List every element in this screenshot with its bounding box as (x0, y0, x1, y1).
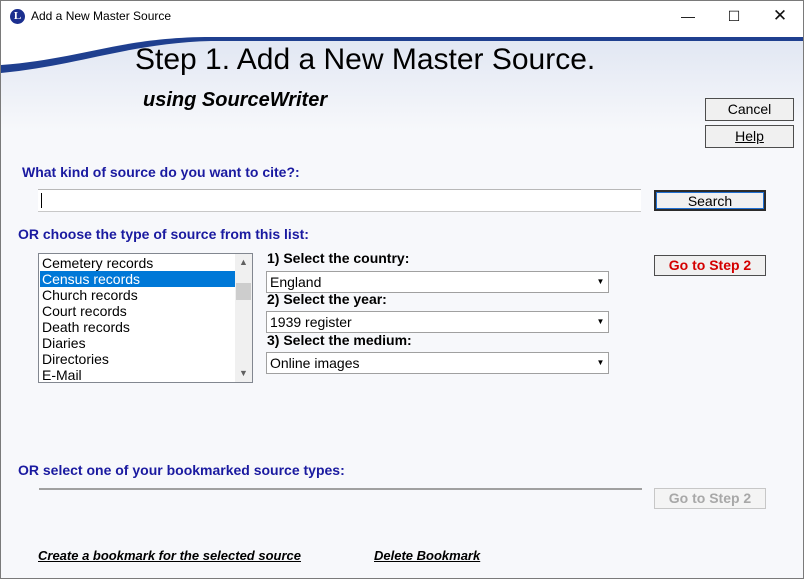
go-to-step2-bookmark-button: Go to Step 2 (654, 488, 766, 509)
help-button[interactable]: Help (705, 125, 794, 148)
page-subtitle: using SourceWriter (143, 89, 328, 111)
scrollbar-thumb[interactable] (236, 283, 251, 300)
list-item[interactable]: Diaries (40, 335, 236, 351)
list-item[interactable]: Church records (40, 287, 236, 303)
medium-select-value: Online images (270, 355, 360, 371)
year-label: 2) Select the year: (267, 291, 387, 307)
list-item[interactable]: Death records (40, 319, 236, 335)
dialog-window: L Add a New Master Source — ☐ ✕ Step 1. … (0, 0, 804, 579)
page-title: Step 1. Add a New Master Source. (135, 43, 596, 76)
header-banner: Step 1. Add a New Master Source. using S… (1, 31, 803, 131)
listbox-scrollbar[interactable]: ▲ ▼ (235, 254, 252, 382)
country-select[interactable]: England ▼ (266, 271, 609, 293)
chevron-down-icon: ▼ (596, 317, 605, 326)
text-caret (41, 193, 42, 208)
window-title: Add a New Master Source (31, 9, 172, 23)
medium-label: 3) Select the medium: (267, 332, 412, 348)
bookmark-select[interactable] (39, 488, 642, 490)
source-list-prompt: OR choose the type of source from this l… (18, 226, 309, 242)
cancel-button[interactable]: Cancel (705, 98, 794, 121)
chevron-down-icon: ▼ (596, 358, 605, 367)
list-item-selected[interactable]: Census records (40, 271, 236, 287)
country-label: 1) Select the country: (267, 250, 410, 266)
country-select-value: England (270, 274, 322, 290)
maximize-button[interactable]: ☐ (711, 1, 757, 31)
minimize-button[interactable]: — (665, 1, 711, 31)
close-button[interactable]: ✕ (757, 1, 803, 31)
scroll-up-icon[interactable]: ▲ (235, 254, 252, 271)
list-item[interactable]: Directories (40, 351, 236, 367)
delete-bookmark-link[interactable]: Delete Bookmark (374, 548, 480, 563)
title-bar: L Add a New Master Source — ☐ ✕ (1, 1, 803, 31)
list-item[interactable]: E-Mail (40, 367, 236, 382)
year-select-value: 1939 register (270, 314, 352, 330)
medium-select[interactable]: Online images ▼ (266, 352, 609, 374)
help-button-label: Help (735, 128, 764, 144)
year-select[interactable]: 1939 register ▼ (266, 311, 609, 333)
source-search-prompt: What kind of source do you want to cite?… (22, 164, 300, 180)
source-type-listbox[interactable]: Cemetery records Census records Church r… (38, 253, 253, 383)
source-search-input[interactable] (38, 189, 641, 212)
list-item[interactable]: Cemetery records (40, 255, 236, 271)
list-item[interactable]: Court records (40, 303, 236, 319)
search-button[interactable]: Search (654, 190, 766, 211)
go-to-step2-button[interactable]: Go to Step 2 (654, 255, 766, 276)
app-logo-icon: L (10, 9, 25, 24)
scroll-down-icon[interactable]: ▼ (235, 365, 252, 382)
create-bookmark-link[interactable]: Create a bookmark for the selected sourc… (38, 548, 301, 563)
chevron-down-icon: ▼ (596, 277, 605, 286)
bookmark-prompt: OR select one of your bookmarked source … (18, 462, 345, 478)
